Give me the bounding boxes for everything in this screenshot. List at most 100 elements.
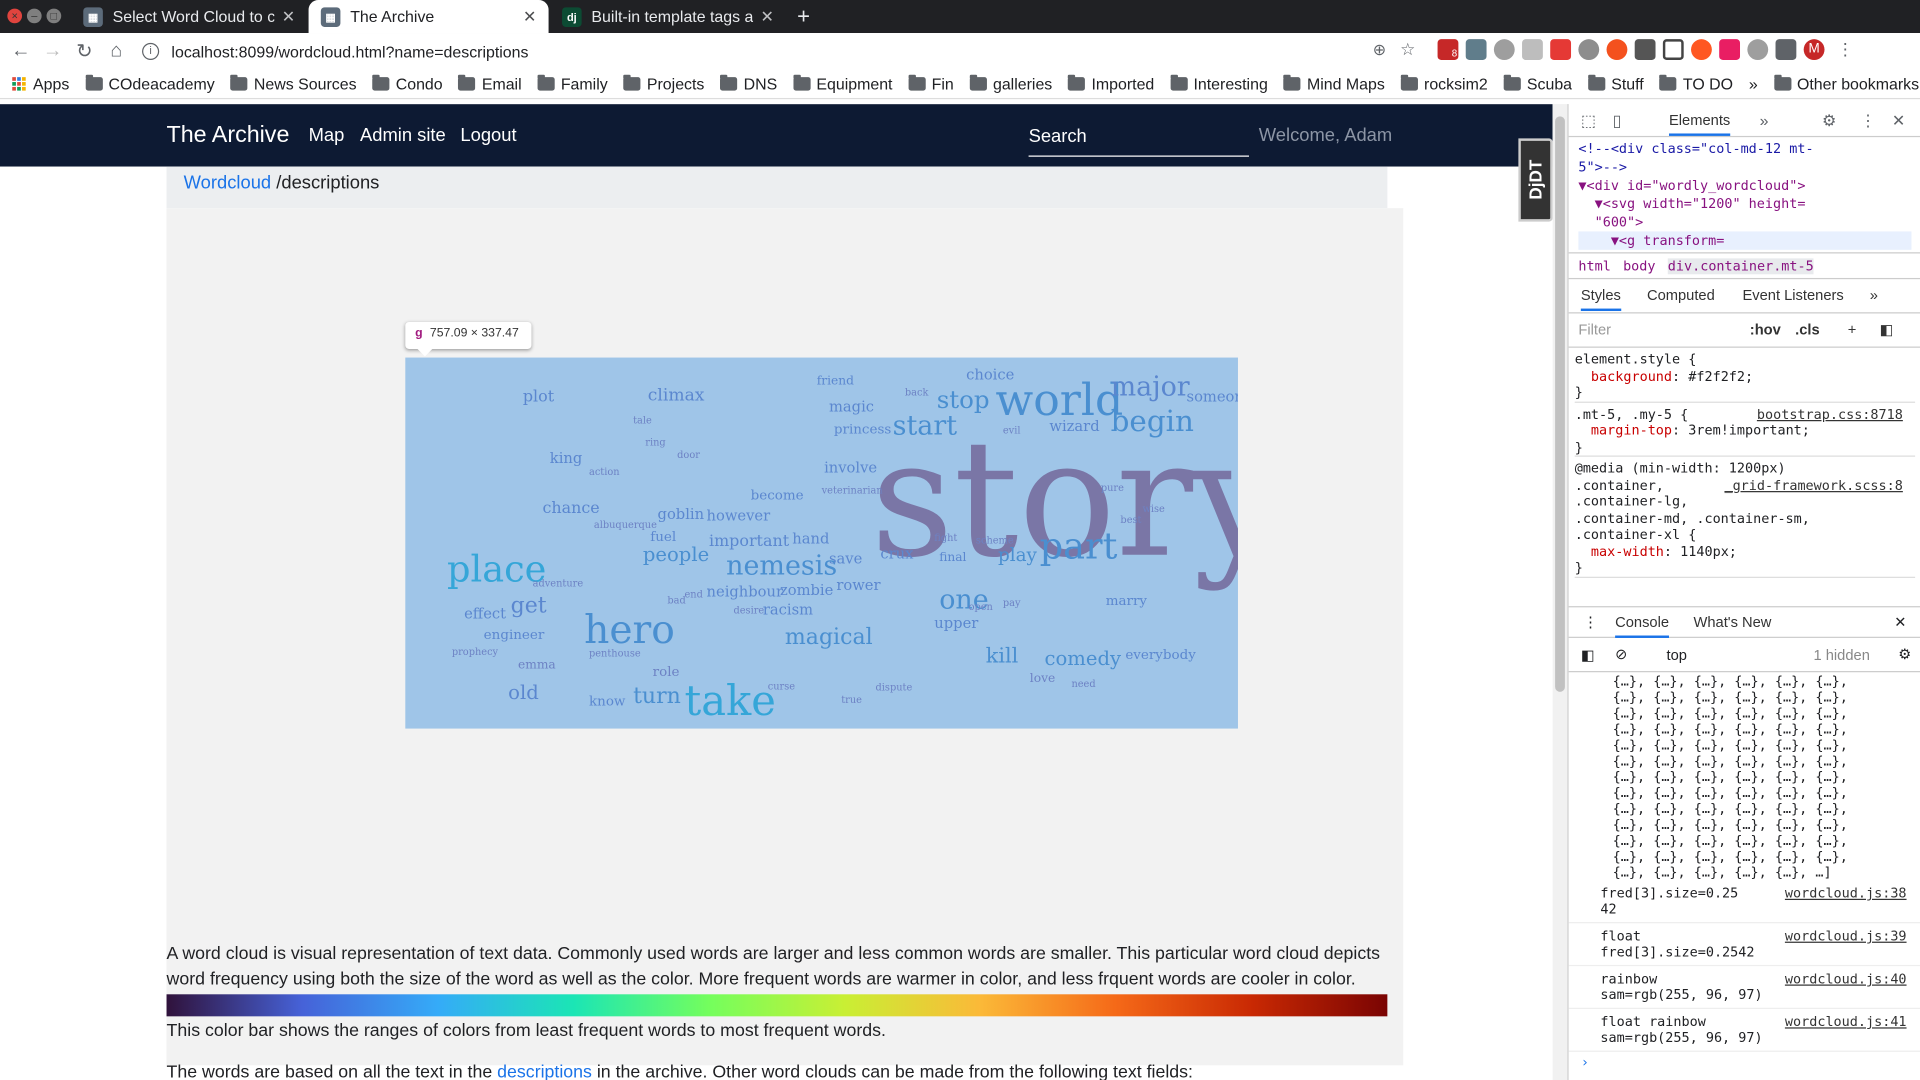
style-rule-line[interactable]: .container-md, .container-sm, xyxy=(1575,510,1915,527)
cls-toggle[interactable]: .cls xyxy=(1795,321,1820,338)
address-bar[interactable]: i localhost:8099/wordcloud.html?name=des… xyxy=(142,37,1428,66)
extension-icon[interactable] xyxy=(1747,39,1769,61)
tab-event-listeners[interactable]: Event Listeners xyxy=(1742,287,1843,304)
dom-node-line[interactable]: ▼<div id="wordly_wordcloud"> xyxy=(1578,176,1911,194)
dom-node-line[interactable]: ▼<g transform= xyxy=(1578,231,1912,250)
kebab-menu-icon[interactable]: ⋮ xyxy=(1860,111,1876,131)
bookmark-item[interactable]: Interesting xyxy=(1170,74,1268,93)
style-rule-line[interactable]: element.style { xyxy=(1575,351,1915,368)
device-toolbar-icon[interactable]: ▯ xyxy=(1613,111,1622,131)
extension-icon[interactable] xyxy=(1634,39,1656,61)
console-source-link[interactable]: wordcloud.js:40 xyxy=(1785,971,1907,987)
browser-tab[interactable]: ▦ Select Word Cloud to cha ✕ xyxy=(71,0,307,33)
context-selector[interactable]: top xyxy=(1667,647,1687,664)
style-rule-line[interactable]: .container-xl { xyxy=(1575,527,1915,544)
bookmark-apps[interactable]: Apps xyxy=(12,75,69,93)
maximize-window-icon[interactable]: □ xyxy=(46,8,62,24)
nav-link-admin-site[interactable]: Admin site xyxy=(360,125,446,146)
minimize-window-icon[interactable]: – xyxy=(26,8,42,24)
extension-icon[interactable] xyxy=(1493,39,1515,61)
extension-icon[interactable] xyxy=(1550,39,1572,61)
style-rule-line[interactable]: .container-lg, xyxy=(1575,493,1915,510)
new-tab-icon[interactable]: + xyxy=(797,4,810,30)
tab-computed[interactable]: Computed xyxy=(1647,287,1715,304)
dom-node-line[interactable]: ▼<svg width="1200" height= xyxy=(1578,195,1911,213)
drawer-menu-icon[interactable]: ⋮ xyxy=(1583,613,1598,630)
close-window-icon[interactable]: × xyxy=(7,8,23,24)
console-source-link[interactable]: wordcloud.js:39 xyxy=(1785,928,1907,944)
dom-node-line[interactable]: <!--<div class="col-md-12 mt- xyxy=(1578,140,1911,158)
add-rule-icon[interactable]: + xyxy=(1848,321,1857,338)
console-source-link[interactable]: wordcloud.js:41 xyxy=(1785,1014,1907,1030)
style-rule-line[interactable]: } xyxy=(1574,384,1916,403)
close-tab-icon[interactable]: ✕ xyxy=(761,7,774,27)
reload-icon[interactable]: ↻ xyxy=(69,39,101,63)
browser-tab[interactable]: dj Built-in template tags an ✕ xyxy=(550,0,786,33)
close-drawer-icon[interactable]: ✕ xyxy=(1894,613,1906,630)
dom-node-line[interactable]: 5">--> xyxy=(1578,158,1911,176)
more-bookmarks-chevron-icon[interactable]: » xyxy=(1749,75,1758,93)
browser-tab-active[interactable]: ▦ The Archive ✕ xyxy=(308,0,549,34)
inspect-element-icon[interactable]: ⬚ xyxy=(1581,111,1596,131)
style-source-link[interactable]: _grid-framework.scss:8 xyxy=(1724,477,1902,494)
bookmark-item[interactable]: COdeacademy xyxy=(85,74,215,93)
extension-icon[interactable] xyxy=(1691,39,1712,61)
scrollbar-thumb[interactable] xyxy=(1555,116,1565,692)
console-object-array[interactable]: {…}, {…}, {…}, {…}, {…}, {…}, {…}, {…}, {… xyxy=(1569,673,1920,880)
bookmark-item[interactable]: Equipment xyxy=(793,74,892,93)
tab-whats-new[interactable]: What's New xyxy=(1693,613,1771,630)
console-prompt[interactable]: › xyxy=(1569,1052,1920,1073)
style-rule-line[interactable]: } xyxy=(1574,560,1916,578)
bookmark-item[interactable]: Fin xyxy=(908,74,954,93)
home-icon[interactable]: ⌂ xyxy=(100,40,132,62)
style-rule-line[interactable]: } xyxy=(1574,439,1916,457)
bookmark-item[interactable]: Condo xyxy=(372,74,443,93)
zoom-icon[interactable]: ⊕ xyxy=(1373,40,1386,60)
site-info-icon[interactable]: i xyxy=(142,42,160,61)
bookmark-star-icon[interactable]: ☆ xyxy=(1400,39,1415,60)
nav-link-map[interactable]: Map xyxy=(309,125,345,146)
bookmark-item[interactable]: TO DO xyxy=(1659,74,1733,93)
menu-kebab-icon[interactable]: ⋮ xyxy=(1837,39,1854,60)
bookmark-item[interactable]: News Sources xyxy=(230,74,357,93)
django-debug-toolbar-handle[interactable]: DjDT xyxy=(1518,138,1553,222)
close-tab-icon[interactable]: ✕ xyxy=(282,7,295,27)
extension-badge-icon[interactable]: 8 xyxy=(1437,39,1459,61)
close-devtools-icon[interactable]: ✕ xyxy=(1892,111,1905,131)
bookmark-item[interactable]: Scuba xyxy=(1503,74,1572,93)
extension-icon[interactable] xyxy=(1719,39,1741,61)
dom-crumb[interactable]: body xyxy=(1623,258,1655,274)
dom-tree[interactable]: <!--<div class="col-md-12 mt- 5">--> ▼<div… xyxy=(1569,137,1920,252)
bookmark-item[interactable]: Mind Maps xyxy=(1283,74,1385,93)
hov-toggle[interactable]: :hov xyxy=(1750,321,1781,338)
styles-pane[interactable]: element.style { background: #f2f2f2;} .mt… xyxy=(1569,349,1920,601)
dom-crumb[interactable]: div.container.mt-5 xyxy=(1667,258,1814,275)
more-tabs-icon[interactable]: » xyxy=(1760,111,1769,129)
style-rule-line[interactable]: max-width: 1140px; xyxy=(1575,543,1915,560)
descriptions-link[interactable]: descriptions xyxy=(497,1063,592,1080)
bookmark-item[interactable]: Stuff xyxy=(1587,74,1644,93)
console-output[interactable]: {…}, {…}, {…}, {…}, {…}, {…}, {…}, {…}, {… xyxy=(1568,673,1920,1077)
more-subtabs-icon[interactable]: » xyxy=(1870,287,1878,304)
bookmark-item[interactable]: rocksim2 xyxy=(1400,74,1488,93)
styles-filter-input[interactable]: Filter xyxy=(1578,321,1611,338)
extension-icon[interactable] xyxy=(1578,39,1600,61)
style-rule-line[interactable]: margin-top: 3rem!important; xyxy=(1575,422,1915,439)
style-rule-line[interactable]: .mt-5, .my-5 {bootstrap.css:8718 xyxy=(1575,406,1915,423)
capture-icon[interactable] xyxy=(1662,39,1684,61)
style-rule-line[interactable]: background: #f2f2f2; xyxy=(1575,368,1915,385)
style-source-link[interactable]: bootstrap.css:8718 xyxy=(1757,406,1903,423)
style-rule-line[interactable]: @media (min-width: 1200px) xyxy=(1575,460,1915,477)
extension-icon[interactable] xyxy=(1465,39,1487,61)
style-rule-line[interactable]: .container, _grid-framework.scss:8 xyxy=(1575,477,1915,494)
tab-elements[interactable]: Elements xyxy=(1668,111,1731,136)
search-input[interactable]: Search xyxy=(1028,118,1249,157)
nav-link-logout[interactable]: Logout xyxy=(460,125,516,146)
clear-console-icon[interactable]: ⊘ xyxy=(1615,645,1627,662)
close-tab-icon[interactable]: ✕ xyxy=(523,7,536,27)
back-icon[interactable]: ← xyxy=(5,40,37,62)
dom-crumb[interactable]: html xyxy=(1578,258,1610,274)
profile-avatar[interactable]: M xyxy=(1803,39,1825,61)
console-settings-gear-icon[interactable]: ⚙ xyxy=(1898,645,1911,662)
bookmark-item[interactable]: Email xyxy=(458,74,522,93)
